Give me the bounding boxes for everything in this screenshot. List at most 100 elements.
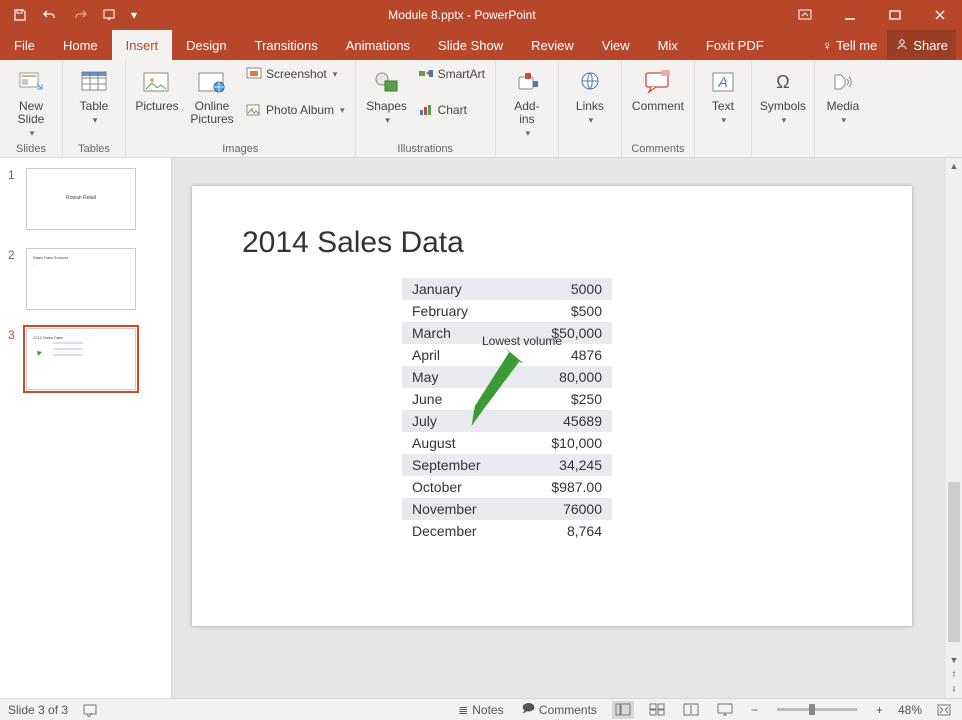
prev-slide-icon[interactable]: ⭫	[946, 667, 962, 683]
slide-thumbnail-3[interactable]: 2014 Sales Data	[26, 328, 136, 390]
slide-thumbnail-2[interactable]: Sales Data Sources…	[26, 248, 136, 310]
group-illustrations: Shapes ▾ SmartArt Chart Illustrations	[356, 60, 496, 157]
thumb-number: 2	[8, 248, 20, 310]
lightbulb-icon: ♀	[822, 38, 832, 53]
table-row: August$10,000	[402, 432, 612, 454]
tab-home[interactable]: Home	[49, 30, 112, 60]
group-links: Links ▾	[559, 60, 622, 157]
zoom-in-button[interactable]: +	[873, 703, 886, 717]
month-cell: January	[402, 278, 512, 300]
save-icon[interactable]	[6, 1, 34, 29]
normal-view-icon[interactable]	[612, 701, 634, 719]
ribbon-display-options-icon[interactable]	[782, 0, 827, 30]
chart-icon	[418, 102, 434, 118]
new-slide-button[interactable]: New Slide ▾	[6, 64, 56, 141]
symbols-button[interactable]: Ω Symbols ▾	[758, 64, 808, 128]
addins-button[interactable]: Add- ins ▾	[502, 64, 552, 141]
svg-text:A: A	[717, 74, 727, 90]
table-button[interactable]: Table ▾	[69, 64, 119, 128]
vertical-scrollbar[interactable]: ▲ ▼ ⭫ ⭭	[946, 158, 962, 698]
zoom-level: 48%	[898, 703, 922, 717]
next-slide-icon[interactable]: ⭭	[946, 682, 962, 698]
smartart-icon	[418, 66, 434, 82]
group-slides: New Slide ▾ Slides	[0, 60, 63, 157]
slide-canvas-area[interactable]: 2014 Sales Data January5000February$500M…	[172, 158, 962, 698]
table-icon	[78, 66, 110, 98]
arrow-icon	[452, 344, 532, 434]
month-cell: September	[402, 454, 512, 476]
chevron-down-icon: ▾	[93, 115, 98, 126]
ribbon-tabs: File Home Insert Design Transitions Anim…	[0, 30, 962, 60]
tab-insert[interactable]: Insert	[112, 30, 173, 60]
scroll-thumb[interactable]	[948, 482, 960, 642]
group-label-links	[565, 141, 615, 155]
work-area: 1 Rowan Retail 2 Sales Data Sources… 3 2…	[0, 158, 962, 698]
table-row: November76000	[402, 498, 612, 520]
screenshot-button[interactable]: Screenshot▾	[242, 64, 349, 84]
slide-sorter-view-icon[interactable]	[646, 701, 668, 719]
group-addins: Add- ins ▾	[496, 60, 559, 157]
notes-icon: ≣	[458, 703, 468, 717]
tab-view[interactable]: View	[588, 30, 644, 60]
close-icon[interactable]	[917, 0, 962, 30]
undo-icon[interactable]	[36, 1, 64, 29]
slide-indicator: Slide 3 of 3	[8, 703, 68, 717]
tab-mix[interactable]: Mix	[644, 30, 692, 60]
tab-file[interactable]: File	[0, 30, 49, 60]
minimize-icon[interactable]	[827, 0, 872, 30]
links-button[interactable]: Links ▾	[565, 64, 615, 128]
smartart-button[interactable]: SmartArt	[414, 64, 489, 84]
spell-check-icon[interactable]	[80, 703, 102, 717]
month-cell: February	[402, 300, 512, 322]
shapes-icon	[371, 66, 403, 98]
slide: 2014 Sales Data January5000February$500M…	[192, 186, 912, 626]
tab-review[interactable]: Review	[517, 30, 588, 60]
pictures-button[interactable]: Pictures	[132, 64, 182, 115]
tab-transitions[interactable]: Transitions	[241, 30, 332, 60]
tell-me-button[interactable]: ♀Tell me	[814, 30, 885, 60]
fit-to-window-icon[interactable]	[934, 704, 954, 716]
slideshow-view-icon[interactable]	[714, 701, 736, 719]
group-label-symbols	[758, 141, 808, 155]
chart-button[interactable]: Chart	[414, 100, 489, 120]
share-button[interactable]: Share	[887, 30, 956, 60]
scroll-down-icon[interactable]: ▼	[946, 652, 962, 668]
tab-foxit-pdf[interactable]: Foxit PDF	[692, 30, 778, 60]
shapes-button[interactable]: Shapes ▾	[362, 64, 412, 128]
photo-album-button[interactable]: Photo Album▾	[242, 100, 349, 120]
notes-button[interactable]: ≣Notes	[455, 703, 506, 717]
comment-button[interactable]: Comment	[628, 64, 688, 115]
value-cell: 5000	[512, 278, 612, 300]
slide-panel[interactable]: 1 Rowan Retail 2 Sales Data Sources… 3 2…	[0, 158, 172, 698]
share-label: Share	[913, 38, 948, 53]
comments-button[interactable]: 🗩Comments	[519, 699, 600, 720]
zoom-out-button[interactable]: −	[748, 703, 761, 717]
group-symbols: Ω Symbols ▾	[752, 60, 815, 157]
tab-slide-show[interactable]: Slide Show	[424, 30, 517, 60]
reading-view-icon[interactable]	[680, 701, 702, 719]
arrow-preview-icon	[33, 342, 53, 362]
title-bar: ▾ Module 8.pptx - PowerPoint	[0, 0, 962, 30]
scroll-up-icon[interactable]: ▲	[946, 158, 962, 174]
start-from-beginning-icon[interactable]	[96, 1, 124, 29]
online-pictures-button[interactable]: Online Pictures	[184, 64, 240, 128]
group-label-text	[701, 141, 745, 155]
pictures-icon	[141, 66, 173, 98]
text-button[interactable]: A Text ▾	[701, 64, 745, 128]
group-label-slides: Slides	[6, 141, 56, 155]
slide-thumbnail-1[interactable]: Rowan Retail	[26, 168, 136, 230]
zoom-slider[interactable]	[777, 708, 857, 711]
media-button[interactable]: Media ▾	[821, 64, 865, 128]
comments-icon: 🗩	[522, 699, 535, 720]
window-title: Module 8.pptx - PowerPoint	[142, 8, 782, 22]
tab-animations[interactable]: Animations	[332, 30, 424, 60]
annotation: Lowest volume	[422, 334, 562, 434]
redo-icon[interactable]	[66, 1, 94, 29]
zoom-slider-thumb[interactable]	[809, 704, 815, 715]
group-label-images: Images	[132, 141, 349, 155]
group-label-tables: Tables	[69, 141, 119, 155]
group-label-addins	[502, 141, 552, 155]
tab-design[interactable]: Design	[172, 30, 240, 60]
maximize-icon[interactable]	[872, 0, 917, 30]
qat-dropdown-icon[interactable]: ▾	[126, 1, 142, 29]
